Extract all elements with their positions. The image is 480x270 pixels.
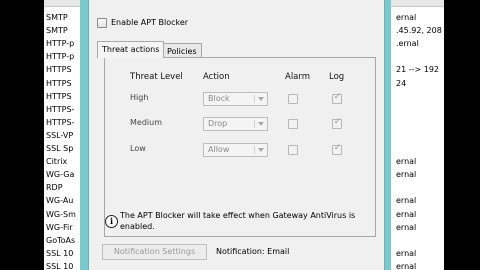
log-checkbox-high[interactable]: ✓ [332,92,342,104]
list-item-detail [396,234,444,247]
list-item-detail: ernal [396,209,417,219]
action-select-low[interactable]: Allow [203,143,268,157]
header-alarm: Alarm [285,72,311,82]
checkmark-icon: ✓ [333,92,342,102]
enable-apt-blocker-label: Enable APT Blocker [111,18,189,27]
list-item-detail: .45.92, 208 [396,26,442,36]
header-action: Action [203,72,230,82]
checkmark-icon: ✓ [333,117,342,127]
list-item-detail: ernal [396,157,417,167]
notification-settings-button[interactable]: Notification Settings [102,244,207,260]
checkmark-icon: ✓ [333,143,342,153]
info-text-line2: enabled. [120,222,155,231]
list-item-detail: ernal [396,222,417,232]
header-threat-level: Threat Level [130,72,183,82]
alarm-checkbox-high[interactable] [288,94,298,104]
tab-threat-actions[interactable]: Threat actions [97,41,165,58]
header-log: Log [329,72,345,82]
apt-blocker-dialog: Enable APT Blocker Threat actions Polici… [80,0,391,270]
list-item-detail: ernal [396,170,417,180]
action-select-high[interactable]: Block [203,92,268,106]
chevron-down-icon [258,122,264,126]
notification-settings-label: Notification Settings [113,247,196,256]
list-item-detail: ernal [396,261,417,270]
action-select-medium[interactable]: Drop [203,117,268,131]
list-item-detail: .ernal [396,39,419,49]
left-black-bar [0,0,44,270]
right-black-bar [444,0,480,270]
list-item-detail [396,50,444,63]
alarm-checkbox-low[interactable] [288,145,298,155]
action-select-medium-value: Drop [208,119,228,128]
list-item-detail: 24 [396,78,407,88]
tab-threat-actions-label: Threat actions [102,45,160,54]
select-divider [254,95,255,103]
list-item-detail [396,181,444,194]
dialog-content: Enable APT Blocker Threat actions Polici… [88,0,385,270]
list-item-detail: ernal [396,13,417,22]
list-item-detail [396,90,444,103]
action-select-high-value: Block [208,94,230,103]
action-select-low-value: Allow [208,145,230,154]
level-medium: Medium [130,118,162,127]
log-checkbox-medium[interactable]: ✓ [332,117,342,129]
list-item-detail [396,116,444,129]
list-item-detail: 21 --> 192 [396,65,440,75]
list-item-detail [396,142,444,155]
chevron-down-icon [258,97,264,101]
enable-apt-blocker-checkbox[interactable] [97,18,107,28]
list-item-detail: ernal [396,248,417,258]
info-icon: i [105,215,118,228]
list-item-detail [396,129,444,142]
list-item-detail [396,103,444,116]
info-text-line1: The APT Blocker will take effect when Ga… [120,211,356,220]
level-low: Low [130,144,146,153]
alarm-checkbox-medium[interactable] [288,119,298,129]
level-high: High [130,93,149,102]
select-divider [254,120,255,128]
notification-status: Notification: Email [216,247,290,256]
list-item-detail: ernal [396,196,417,206]
log-checkbox-low[interactable]: ✓ [332,143,342,155]
screen: SMTP SMTP HTTP-p HTTP-p HTTPS HTTPS HTTPS HTTPS… [0,0,480,270]
chevron-down-icon [258,148,264,152]
tab-policies-label: Policies [167,47,197,56]
select-divider [254,146,255,154]
